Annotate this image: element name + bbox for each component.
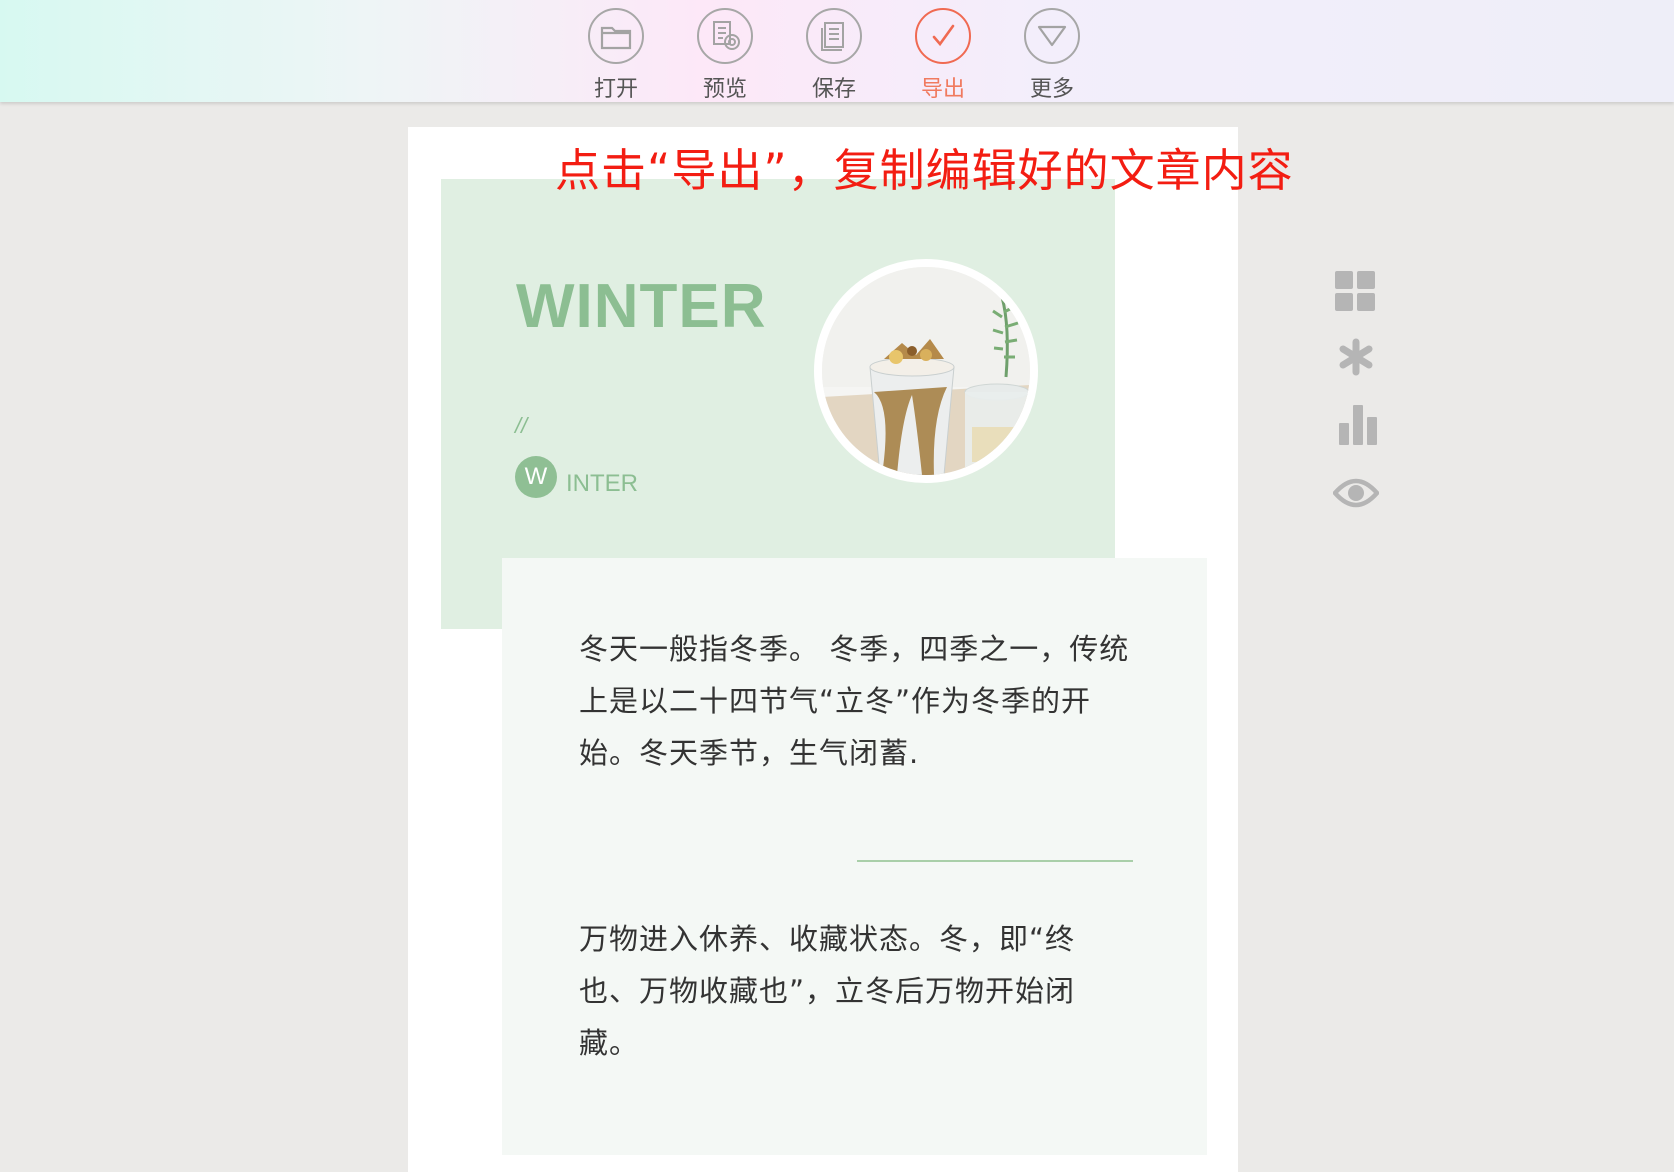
open-label: 打开	[593, 77, 638, 102]
asterisk-icon[interactable]	[1337, 338, 1375, 380]
preview-button[interactable]: 预览	[682, 8, 772, 102]
triangle-down-icon	[1024, 8, 1080, 64]
export-label: 导出	[920, 77, 965, 102]
text-card: 冬天一般指冬季。 冬季，四季之一，传统上是以二十四节气“立冬”作为冬季的开始。冬…	[502, 558, 1207, 1155]
save-button[interactable]: 保存	[791, 8, 881, 102]
preview-icon	[697, 8, 753, 64]
letter-badge: W	[515, 456, 557, 498]
eye-icon[interactable]	[1332, 475, 1380, 515]
instruction-annotation: 点击“导出”，复制编辑好的文章内容	[555, 144, 1294, 197]
open-button[interactable]: 打开	[573, 8, 663, 102]
article-page: WINTER // W INTER 冬天一般指冬季。 冬季，四季之一，传统上是以…	[408, 127, 1238, 1172]
divider-line	[857, 860, 1133, 862]
preview-label: 预览	[702, 77, 747, 102]
export-button[interactable]: 导出	[900, 8, 990, 102]
toolbar: 打开 预览 保存 导出 更多	[0, 0, 1674, 102]
grid-icon[interactable]	[1334, 270, 1376, 316]
folder-icon	[588, 8, 644, 64]
more-button[interactable]: 更多	[1009, 8, 1099, 102]
badge-text: INTER	[566, 470, 638, 497]
cover-title: WINTER	[516, 272, 767, 341]
more-label: 更多	[1029, 77, 1074, 102]
paragraph-1: 冬天一般指冬季。 冬季，四季之一，传统上是以二十四节气“立冬”作为冬季的开始。冬…	[579, 632, 1130, 770]
bar-chart-icon[interactable]	[1338, 403, 1378, 449]
save-label: 保存	[811, 77, 856, 102]
cover-slash: //	[515, 413, 528, 438]
save-icon	[806, 8, 862, 64]
checkmark-icon	[915, 8, 971, 64]
iced-coffee-photo[interactable]	[814, 259, 1038, 483]
paragraph-2: 万物进入休养、收藏状态。冬，即“终也、万物收藏也”，立冬后万物开始闭藏。	[579, 922, 1076, 1060]
